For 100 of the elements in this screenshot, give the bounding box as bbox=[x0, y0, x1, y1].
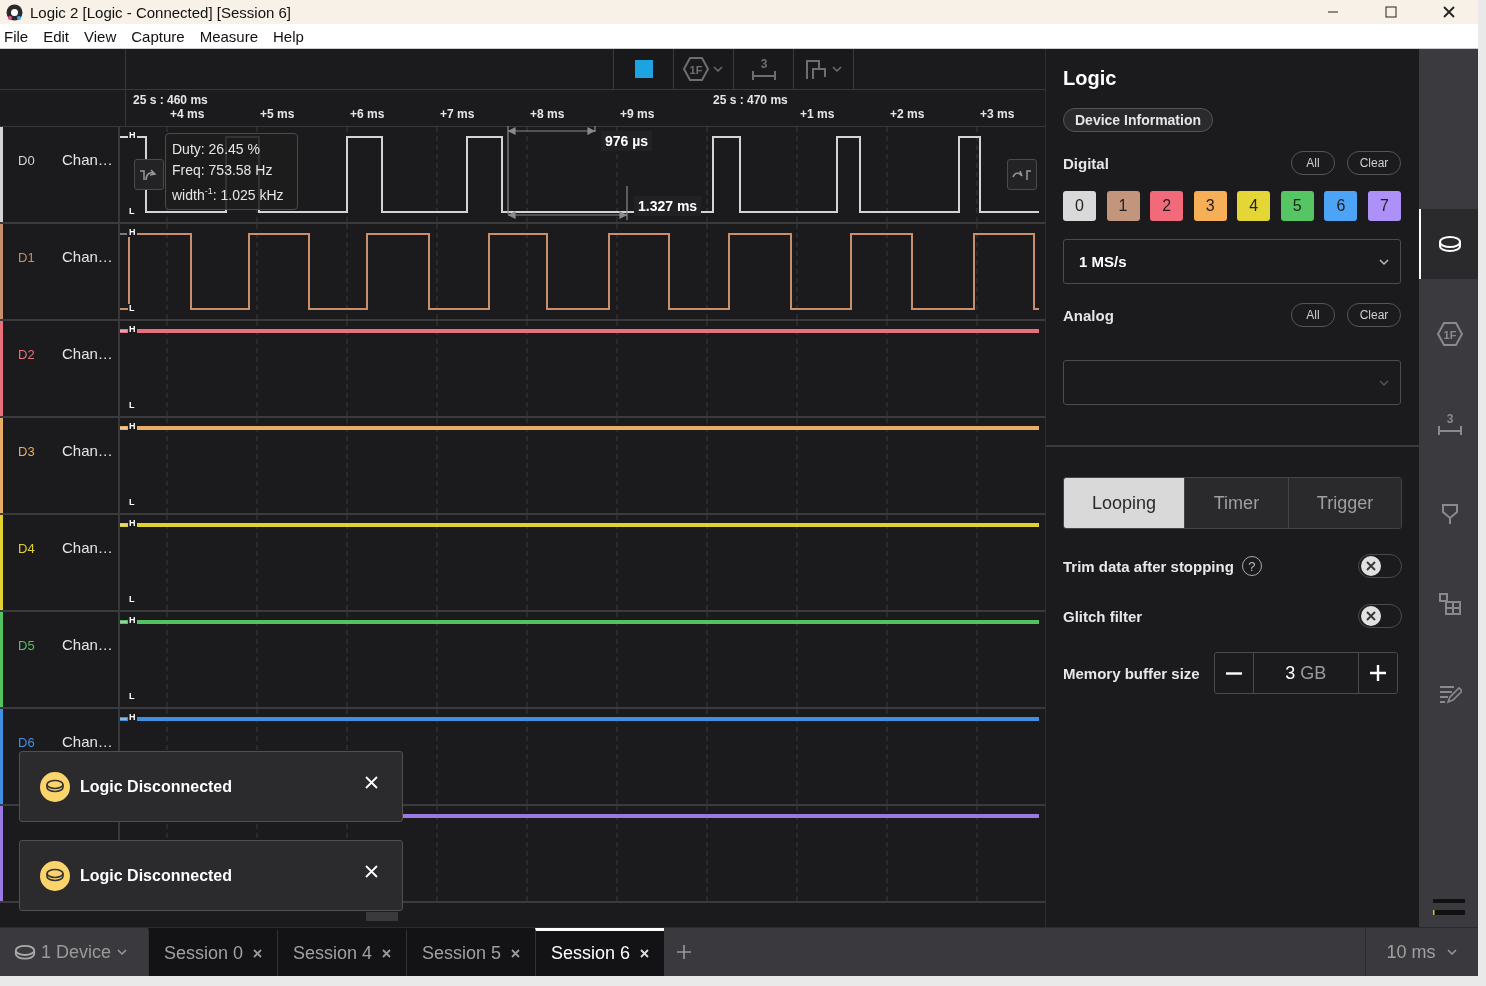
sidebar-tab[interactable] bbox=[1419, 209, 1478, 279]
window-title: Logic 2 [Logic - Connected] [Session 6] bbox=[30, 3, 292, 21]
low-level-mark: L bbox=[128, 207, 136, 216]
low-level-mark: L bbox=[128, 498, 136, 507]
measurement-label: 1.327 ms bbox=[634, 196, 702, 216]
time-anchor-label: 25 s : 460 ms bbox=[133, 93, 208, 107]
time-tick-label: +4 ms bbox=[170, 107, 205, 121]
channel-toggle[interactable]: 4 bbox=[1237, 191, 1271, 221]
close-icon[interactable] bbox=[253, 949, 263, 958]
mode-tab[interactable]: Trigger bbox=[1288, 478, 1401, 528]
menu-item[interactable]: Capture bbox=[127, 27, 193, 45]
time-tick-label: +9 ms bbox=[620, 107, 655, 121]
menu-item[interactable]: Help bbox=[269, 27, 312, 45]
close-icon[interactable] bbox=[382, 949, 392, 958]
hexagon-icon: 1F bbox=[683, 56, 709, 82]
plus-icon bbox=[677, 945, 691, 959]
channel-toggle[interactable]: 3 bbox=[1193, 191, 1227, 221]
close-icon[interactable] bbox=[1443, 6, 1455, 18]
flag-icon bbox=[804, 58, 828, 80]
toast-message: Logic Disconnected bbox=[80, 866, 234, 885]
time-tick-label: +1 ms bbox=[800, 107, 835, 121]
markers-button[interactable] bbox=[793, 49, 854, 89]
chevron-icon bbox=[1445, 946, 1458, 958]
panel-title: Logic bbox=[1063, 67, 1118, 91]
channel-label-cell[interactable]: D0 Chan… bbox=[0, 127, 120, 222]
maximize-icon bbox=[1385, 6, 1397, 18]
zoom-select[interactable]: 10 ms bbox=[1365, 928, 1478, 976]
mode-tab[interactable]: Looping bbox=[1064, 478, 1184, 528]
scrollbar-thumb[interactable] bbox=[366, 912, 398, 921]
channel-toggle[interactable]: 6 bbox=[1324, 191, 1358, 221]
session-tab[interactable]: Session 5 bbox=[406, 928, 535, 976]
time-tick-label: +8 ms bbox=[530, 107, 565, 121]
channel-label-cell[interactable]: D3 Chan… bbox=[0, 418, 120, 513]
menu-item[interactable]: File bbox=[0, 27, 37, 45]
menu-item[interactable]: Measure bbox=[195, 27, 266, 45]
edge-button[interactable] bbox=[134, 159, 164, 190]
tooltip-line: Duty: 26.45 % bbox=[172, 141, 261, 157]
edge-icon bbox=[1012, 167, 1032, 182]
time-tick-label: +2 ms bbox=[890, 107, 925, 121]
channel-label-cell[interactable]: D4 Chan… bbox=[0, 515, 120, 610]
high-level-mark: H bbox=[128, 616, 137, 625]
channel-id: D6 bbox=[17, 734, 36, 750]
chevron-icon bbox=[116, 946, 129, 958]
channel-toggle[interactable]: 0 bbox=[1063, 191, 1096, 221]
grid-icon bbox=[1437, 592, 1462, 616]
low-level-mark: L bbox=[128, 304, 136, 313]
channel-toggle[interactable]: 7 bbox=[1367, 191, 1401, 221]
session-tab[interactable]: Session 0 bbox=[148, 928, 277, 976]
channel-name: Chan… bbox=[62, 636, 113, 653]
cross-icon bbox=[1366, 611, 1376, 621]
edge-button[interactable] bbox=[1007, 159, 1037, 190]
high-level-mark: H bbox=[128, 519, 137, 528]
device-menu-button[interactable]: 1 Device bbox=[0, 928, 148, 976]
time-tick-label: +6 ms bbox=[350, 107, 385, 121]
session-tab[interactable]: Session 4 bbox=[277, 928, 406, 976]
time-tick-label: +3 ms bbox=[980, 107, 1015, 121]
setting-label: Glitch filter bbox=[1063, 607, 1143, 625]
channel-id: D1 bbox=[17, 249, 36, 265]
logo-icon bbox=[6, 3, 23, 21]
cross-icon bbox=[1366, 561, 1376, 571]
pin-icon bbox=[1439, 502, 1460, 526]
channel-toggle[interactable]: 2 bbox=[1150, 191, 1184, 221]
device-info-button[interactable]: Device Information bbox=[1063, 108, 1214, 132]
channel-label-cell[interactable]: D2 Chan… bbox=[0, 321, 120, 416]
session-tab[interactable]: Session 6 bbox=[535, 928, 664, 976]
section-label: Digital bbox=[1063, 154, 1110, 172]
section-label: Analog bbox=[1063, 306, 1115, 324]
mode-tab[interactable]: Timer bbox=[1183, 478, 1288, 528]
unit-label: GB bbox=[1300, 662, 1327, 684]
edge-icon bbox=[139, 167, 159, 182]
menu-item[interactable]: View bbox=[80, 27, 125, 45]
channel-label-cell[interactable]: D5 Chan… bbox=[0, 612, 120, 707]
channel-toggle[interactable]: 1 bbox=[1106, 191, 1140, 221]
channel-toggle[interactable]: 5 bbox=[1280, 191, 1314, 221]
measurement-label: 976 µs bbox=[601, 131, 653, 151]
stop-icon bbox=[634, 60, 653, 78]
low-level-mark: L bbox=[128, 692, 136, 701]
tooltip-line: Freq: 753.58 Hz bbox=[172, 162, 274, 178]
high-level-mark: H bbox=[128, 228, 137, 237]
low-level-mark: L bbox=[128, 595, 136, 604]
channel-name: Chan… bbox=[62, 345, 113, 362]
plus-icon bbox=[1368, 664, 1387, 682]
toast-message: Logic Disconnected bbox=[80, 777, 234, 796]
device-icon bbox=[40, 860, 70, 891]
channel-id: D0 bbox=[17, 152, 36, 168]
setting-label: Memory buffer size bbox=[1063, 664, 1200, 682]
notes-icon bbox=[1437, 683, 1462, 705]
close-icon[interactable] bbox=[511, 949, 521, 958]
channel-id: D5 bbox=[17, 637, 36, 653]
high-level-mark: H bbox=[128, 713, 137, 722]
minus-icon bbox=[1224, 671, 1243, 675]
channel-label-cell[interactable]: D1 Chan… bbox=[0, 224, 120, 319]
device-icon bbox=[14, 943, 36, 961]
channel-name: Chan… bbox=[62, 248, 113, 265]
sample-rate-select[interactable]: 1 MS/s bbox=[1063, 239, 1401, 284]
low-level-mark: L bbox=[128, 401, 136, 410]
channel-id: D3 bbox=[17, 443, 36, 459]
menu-item[interactable]: Edit bbox=[39, 27, 78, 45]
time-tick-label: +7 ms bbox=[440, 107, 475, 121]
panel-toggle-icon[interactable] bbox=[1432, 899, 1465, 915]
